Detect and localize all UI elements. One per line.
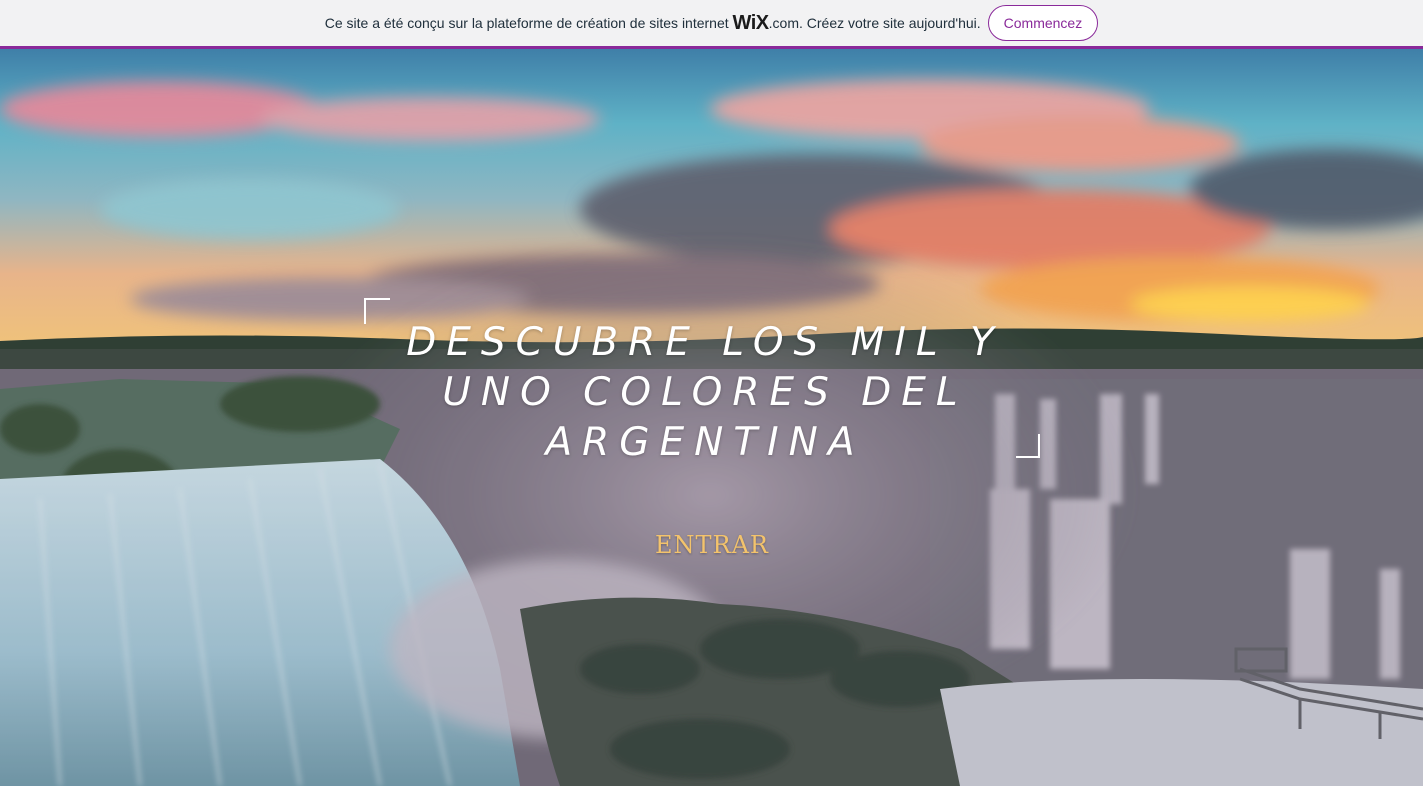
headline-line-3: ARGENTINA	[545, 420, 865, 465]
banner-message: Ce site a été conçu sur la plateforme de…	[325, 12, 981, 35]
banner-logo-suffix: .com.	[768, 14, 803, 31]
banner-text-after: Créez votre site aujourd'hui.	[806, 14, 981, 31]
wix-logo: WiX	[732, 11, 770, 34]
banner-text-before: Ce site a été conçu sur la plateforme de…	[324, 14, 729, 31]
enter-link[interactable]: ENTRAR	[612, 531, 812, 559]
headline-line-1: DESCUBRE LOS MIL Y	[406, 320, 1004, 365]
start-button[interactable]: Commencez	[987, 5, 1099, 41]
wix-promo-banner: Ce site a été conçu sur la plateforme de…	[0, 0, 1423, 49]
headline-line-2: UNO COLORES DEL	[442, 370, 968, 415]
hero-headline: DESCUBRE LOS MIL Y UNO COLORES DEL ARGEN…	[380, 318, 1030, 468]
